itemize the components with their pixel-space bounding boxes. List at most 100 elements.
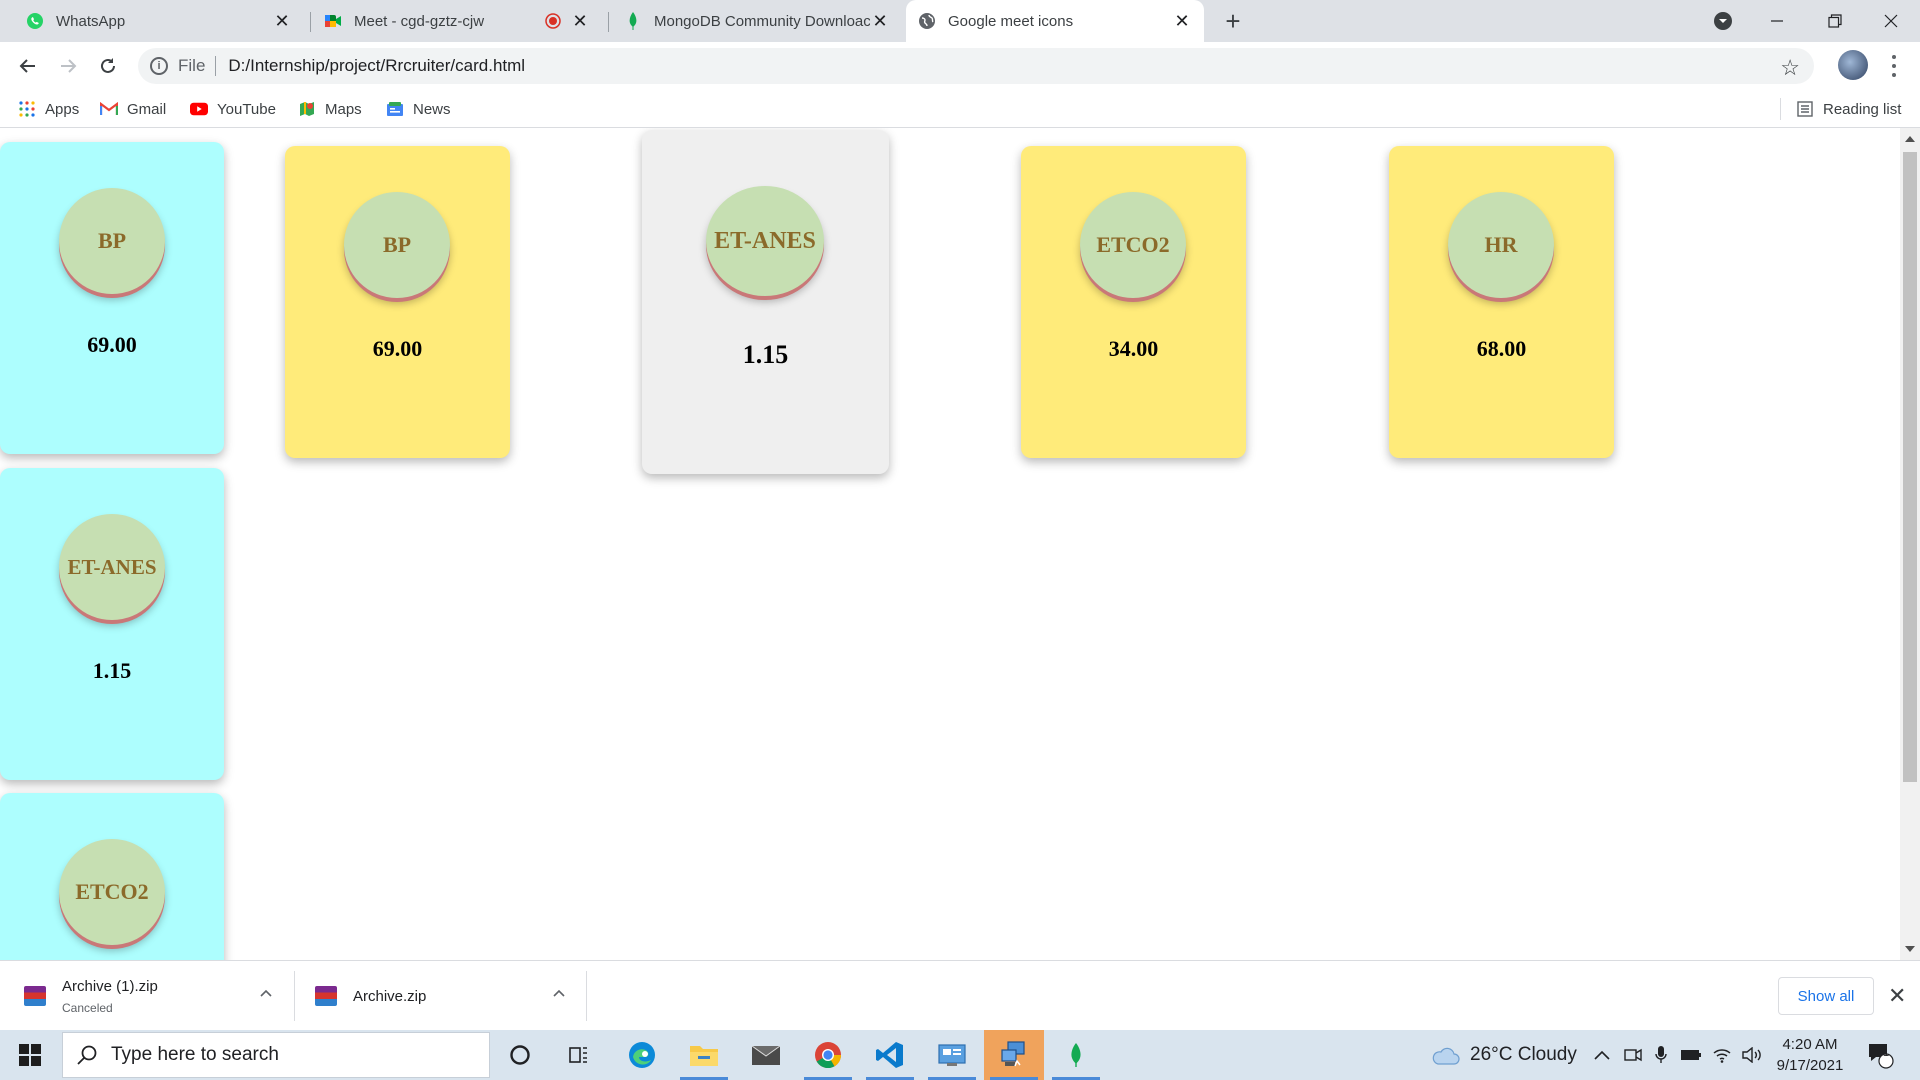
tab-whatsapp[interactable]: WhatsApp ✕	[14, 0, 304, 42]
tray-meet-now[interactable]	[1624, 1030, 1642, 1080]
menu-dot-icon	[1892, 73, 1896, 78]
arrow-right-icon	[61, 59, 77, 73]
winrar-archive-icon	[315, 986, 337, 1006]
chevron-up-icon[interactable]	[258, 985, 274, 1001]
taskbar-chrome[interactable]	[798, 1030, 858, 1080]
taskbar-mongodb[interactable]	[1046, 1030, 1106, 1080]
tray-battery[interactable]	[1680, 1030, 1702, 1080]
download-item[interactable]: Archive.zip	[315, 961, 577, 1031]
taskbar-clock[interactable]: 4:20 AM 9/17/2021	[1770, 1034, 1850, 1076]
tray-wifi[interactable]	[1712, 1030, 1732, 1080]
taskbar-network-app[interactable]	[984, 1030, 1044, 1080]
new-tab-button[interactable]: +	[1220, 8, 1246, 35]
download-shelf: Archive (1).zip Canceled Archive.zip Sho…	[0, 960, 1920, 1030]
bookmark-youtube[interactable]: YouTube	[190, 97, 276, 121]
weather-text: 26°C Cloudy	[1470, 1044, 1577, 1065]
mail-envelope-icon	[751, 1045, 781, 1065]
url-text: D:/Internship/project/Rrcruiter/card.htm…	[228, 56, 526, 75]
vital-label-bubble: BP	[59, 188, 165, 294]
address-bar[interactable]: i File D:/Internship/project/Rrcruiter/c…	[138, 48, 1814, 84]
taskbar-control-panel[interactable]	[922, 1030, 982, 1080]
tab-title: Meet - cgd-gztz-cjw	[354, 12, 485, 30]
globe-icon	[918, 12, 936, 30]
scroll-down-icon[interactable]	[1905, 946, 1915, 952]
clock-time: 4:20 AM	[1782, 1036, 1838, 1053]
chevron-up-icon	[1594, 1050, 1610, 1060]
gmail-icon	[100, 100, 118, 118]
chrome-icon	[815, 1042, 842, 1069]
task-view-button[interactable]	[550, 1030, 610, 1080]
weather-widget[interactable]: 26°C Cloudy	[1430, 1030, 1577, 1080]
tab-mongodb[interactable]: MongoDB Community Downloac ✕	[612, 0, 902, 42]
tab-search-icon	[1714, 12, 1732, 30]
bookmark-star-icon[interactable]: ☆	[1780, 55, 1800, 81]
tab-google-meet-icons[interactable]: Google meet icons ✕	[906, 0, 1204, 42]
mongodb-leaf-icon	[1071, 1043, 1081, 1067]
microphone-icon	[1655, 1046, 1667, 1063]
youtube-icon	[190, 100, 208, 118]
clock-date: 9/17/2021	[1776, 1057, 1844, 1074]
bookmark-apps[interactable]: Apps	[18, 97, 79, 121]
camera-icon	[1624, 1048, 1642, 1062]
reading-list-label: Reading list	[1823, 100, 1902, 118]
taskbar-search-box[interactable]: Type here to search	[62, 1032, 490, 1078]
close-icon	[1884, 14, 1898, 28]
start-button[interactable]	[10, 1040, 50, 1070]
cortana-button[interactable]	[490, 1030, 550, 1080]
reload-icon	[101, 58, 115, 73]
taskbar-file-explorer[interactable]	[674, 1030, 734, 1080]
tab-search-button[interactable]	[1694, 0, 1752, 42]
control-panel-icon	[938, 1044, 966, 1066]
close-tab-icon[interactable]: ✕	[870, 11, 890, 31]
info-icon[interactable]: i	[150, 57, 168, 75]
chevron-up-icon[interactable]	[551, 985, 567, 1001]
close-tab-icon[interactable]: ✕	[272, 11, 292, 31]
restore-icon	[1828, 14, 1842, 28]
action-center-button[interactable]: 1	[1866, 1030, 1896, 1080]
maps-icon	[298, 100, 316, 118]
menu-dot-icon	[1892, 63, 1896, 68]
bookmark-maps[interactable]: Maps	[298, 97, 362, 121]
back-button[interactable]	[12, 50, 44, 82]
show-hidden-icons-button[interactable]	[1594, 1030, 1610, 1080]
vital-card: BP 69.00	[0, 142, 224, 454]
arrow-left-icon	[19, 59, 35, 73]
cloud-icon	[1432, 1047, 1460, 1065]
forward-button[interactable]	[52, 50, 84, 82]
close-tab-icon[interactable]: ✕	[1172, 11, 1192, 31]
close-tab-icon[interactable]: ✕	[570, 11, 590, 31]
taskbar-edge[interactable]	[612, 1030, 672, 1080]
close-shelf-icon[interactable]: ✕	[1888, 983, 1906, 1009]
restore-button[interactable]	[1806, 0, 1864, 42]
minimize-button[interactable]	[1748, 0, 1806, 42]
vital-value: 69.00	[87, 332, 137, 357]
bookmark-label: Apps	[45, 100, 80, 118]
show-all-downloads-button[interactable]: Show all	[1778, 977, 1874, 1015]
reading-list-icon	[1796, 100, 1814, 118]
folder-icon	[690, 1046, 718, 1066]
reload-button[interactable]	[92, 50, 124, 82]
taskbar-mail[interactable]	[736, 1030, 796, 1080]
notification-count: 1	[1882, 1047, 1890, 1059]
bookmark-gmail[interactable]: Gmail	[100, 97, 166, 121]
scroll-up-icon[interactable]	[1905, 136, 1915, 142]
reading-list-button[interactable]: Reading list	[1796, 97, 1901, 121]
vital-card: ETCO2 34.00	[1021, 146, 1246, 458]
browser-menu-button[interactable]	[1884, 52, 1904, 80]
tab-title: Google meet icons	[948, 12, 1074, 30]
tray-microphone[interactable]	[1654, 1030, 1668, 1080]
download-item[interactable]: Archive (1).zip Canceled	[24, 961, 286, 1031]
tab-meet[interactable]: Meet - cgd-gztz-cjw ✕	[312, 0, 602, 42]
tray-volume[interactable]	[1742, 1030, 1764, 1080]
bookmark-news[interactable]: News	[386, 97, 451, 121]
vertical-scrollbar[interactable]	[1900, 128, 1920, 960]
vital-card-highlighted: ET-ANES 1.15	[642, 130, 889, 474]
tab-title: WhatsApp	[56, 12, 126, 30]
profile-avatar[interactable]	[1838, 50, 1868, 80]
close-window-button[interactable]	[1862, 0, 1920, 42]
taskbar-vscode[interactable]	[860, 1030, 920, 1080]
winrar-archive-icon	[24, 986, 46, 1006]
vital-label-bubble: HR	[1448, 192, 1554, 298]
search-placeholder: Type here to search	[111, 1044, 279, 1065]
scrollbar-thumb[interactable]	[1903, 152, 1917, 782]
